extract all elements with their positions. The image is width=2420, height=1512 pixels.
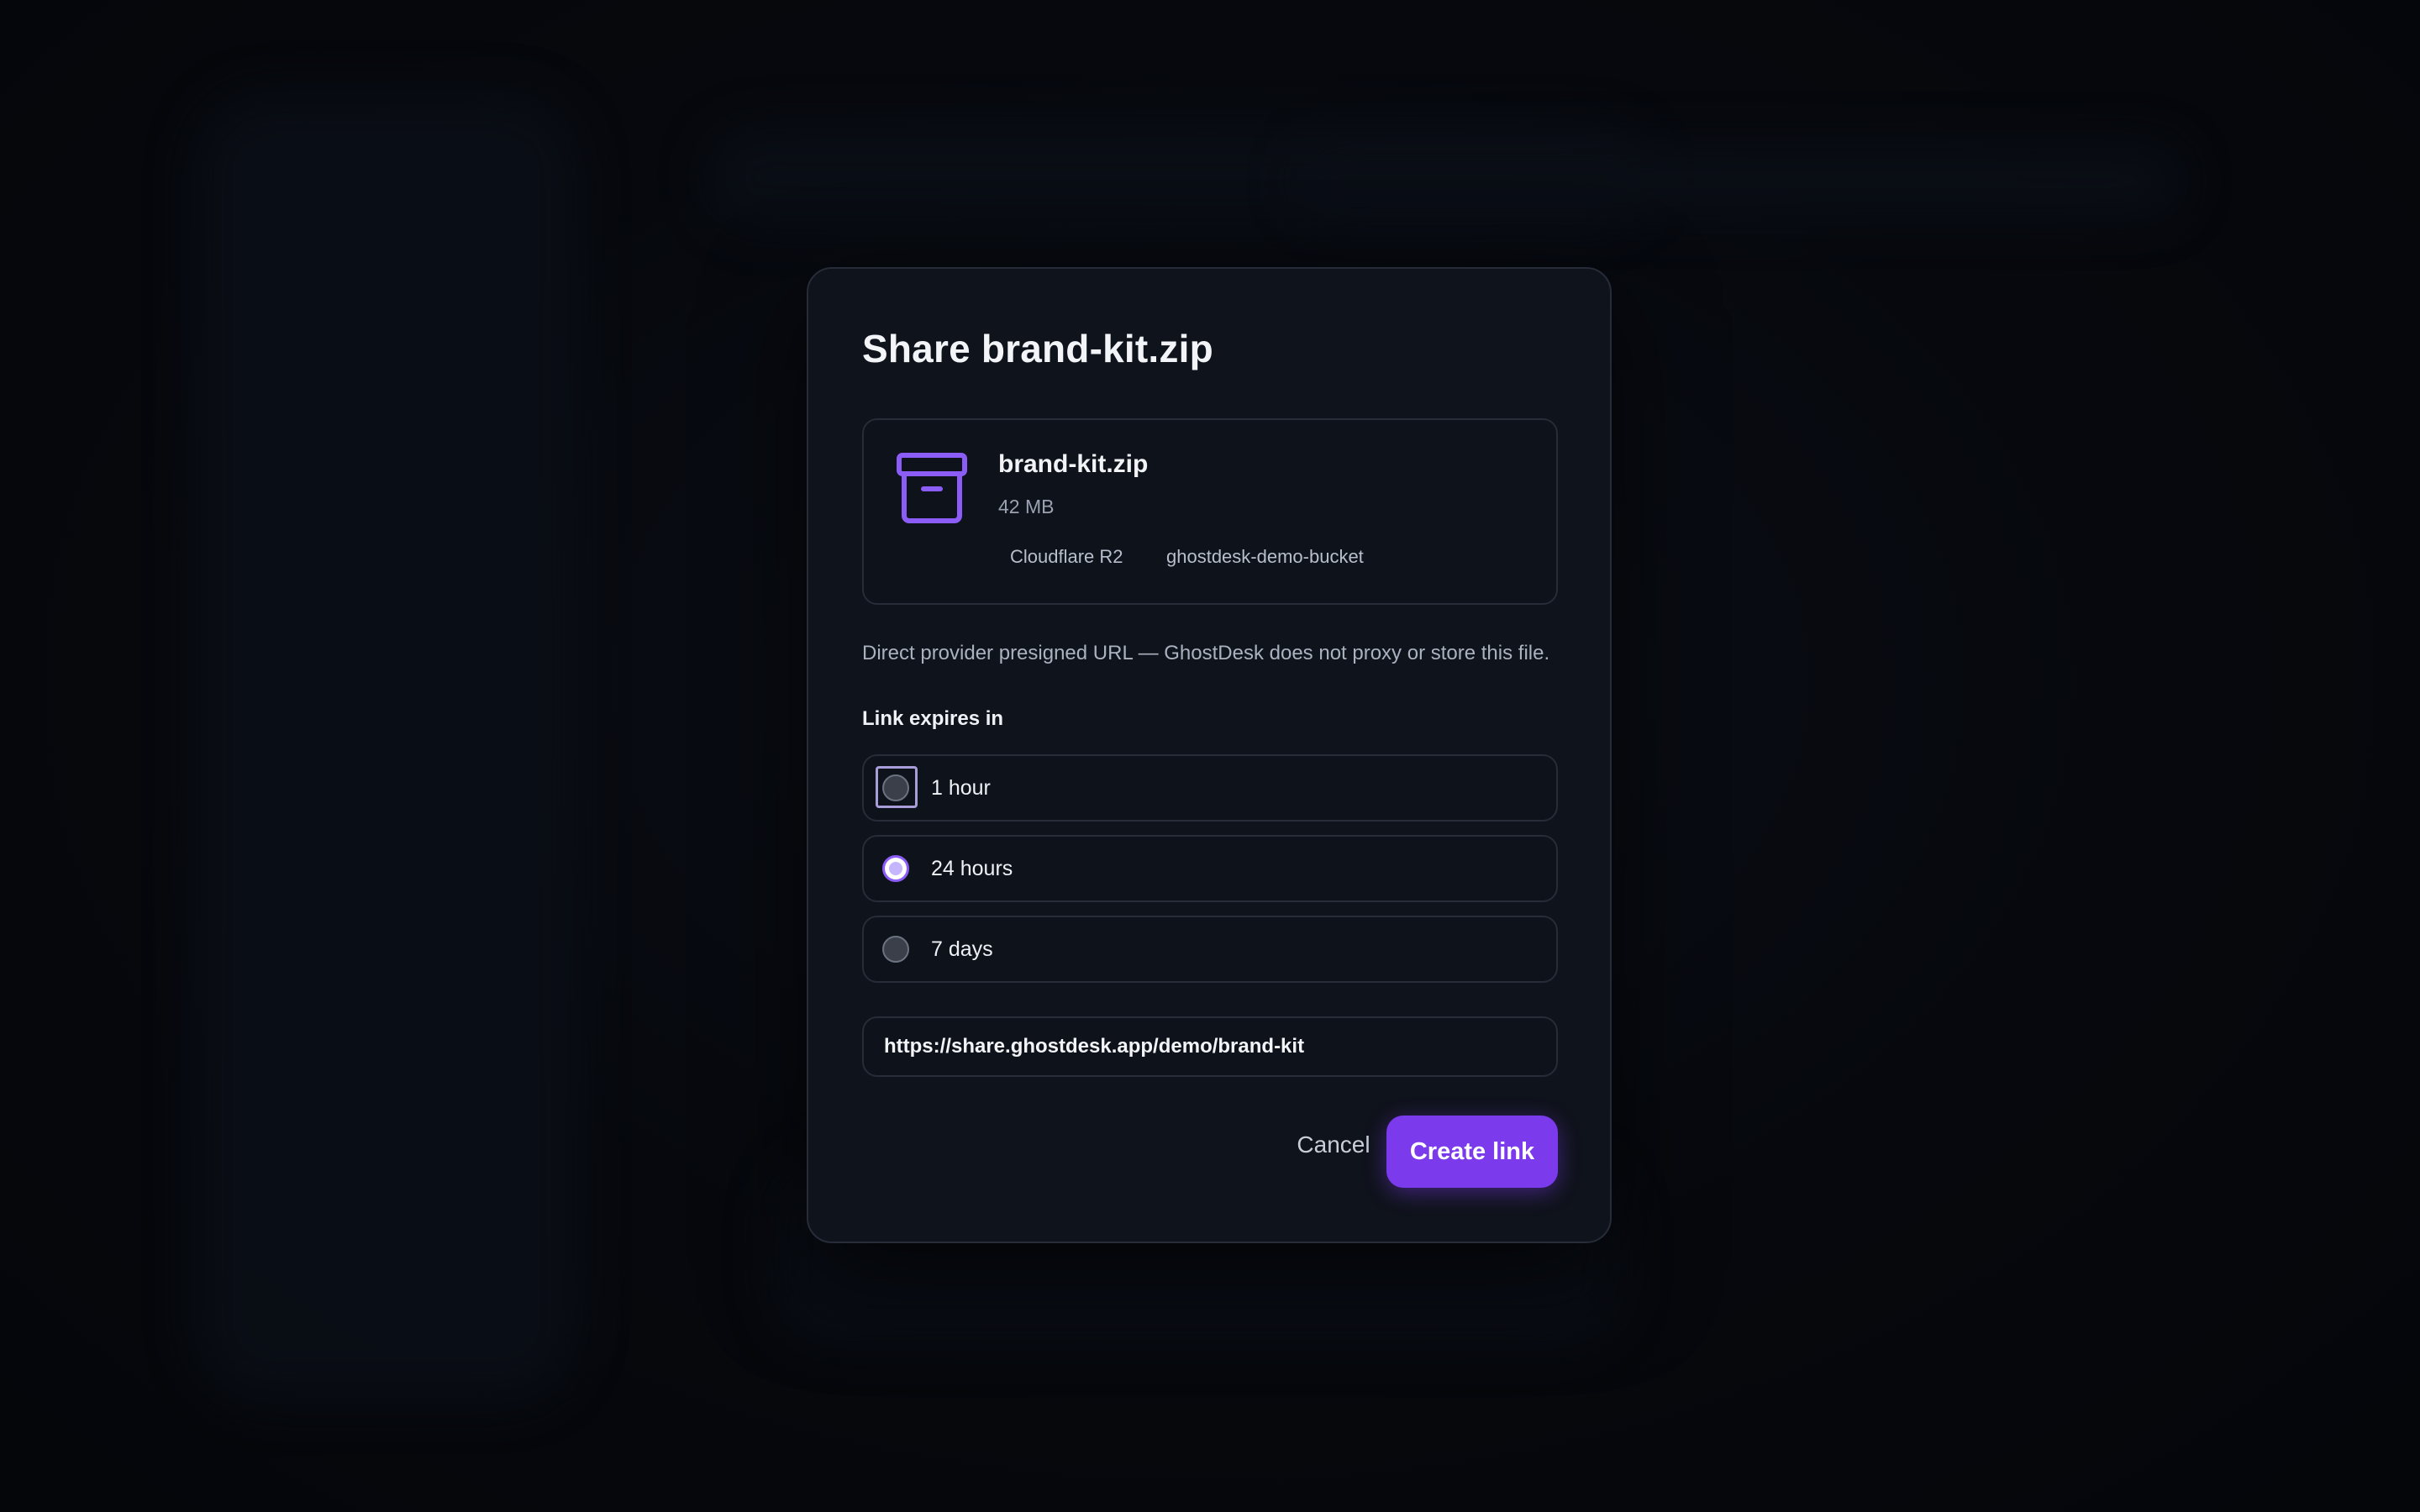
expiry-option-7-days[interactable]: 7 days <box>862 916 1558 983</box>
expiry-option-24-hours[interactable]: 24 hours <box>862 835 1558 902</box>
radio-24-hours[interactable] <box>882 855 909 882</box>
blurred-toolbar <box>1294 143 2185 218</box>
file-size: 42 MB <box>998 496 1055 517</box>
share-dialog: Share brand-kit.zip brand-kit.zip 42 MB … <box>807 267 1612 1243</box>
expiry-option-1-hour[interactable]: 1 hour <box>862 754 1558 822</box>
option-label: 7 days <box>931 937 993 961</box>
bucket-tag: ghostdesk-demo-bucket <box>1166 546 1364 567</box>
radio-1-hour[interactable] <box>882 774 909 801</box>
create-link-button[interactable]: Create link <box>1386 1116 1558 1188</box>
option-label: 1 hour <box>931 776 991 800</box>
file-info-card: brand-kit.zip 42 MB Cloudflare R2 ghostd… <box>862 418 1558 605</box>
blurred-sidebar <box>193 92 580 1403</box>
radio-7-days[interactable] <box>882 936 909 963</box>
archive-box-icon <box>897 453 967 523</box>
expiry-label: Link expires in <box>862 707 1004 730</box>
option-label: 24 hours <box>931 857 1013 880</box>
provider-tag: Cloudflare R2 <box>1010 546 1123 567</box>
share-url-field[interactable] <box>862 1016 1558 1077</box>
cancel-button[interactable]: Cancel <box>1262 1117 1405 1173</box>
dialog-title: Share brand-kit.zip <box>862 327 1213 370</box>
file-name: brand-kit.zip <box>998 450 1149 478</box>
presigned-notice: Direct provider presigned URL — GhostDes… <box>862 642 1550 664</box>
